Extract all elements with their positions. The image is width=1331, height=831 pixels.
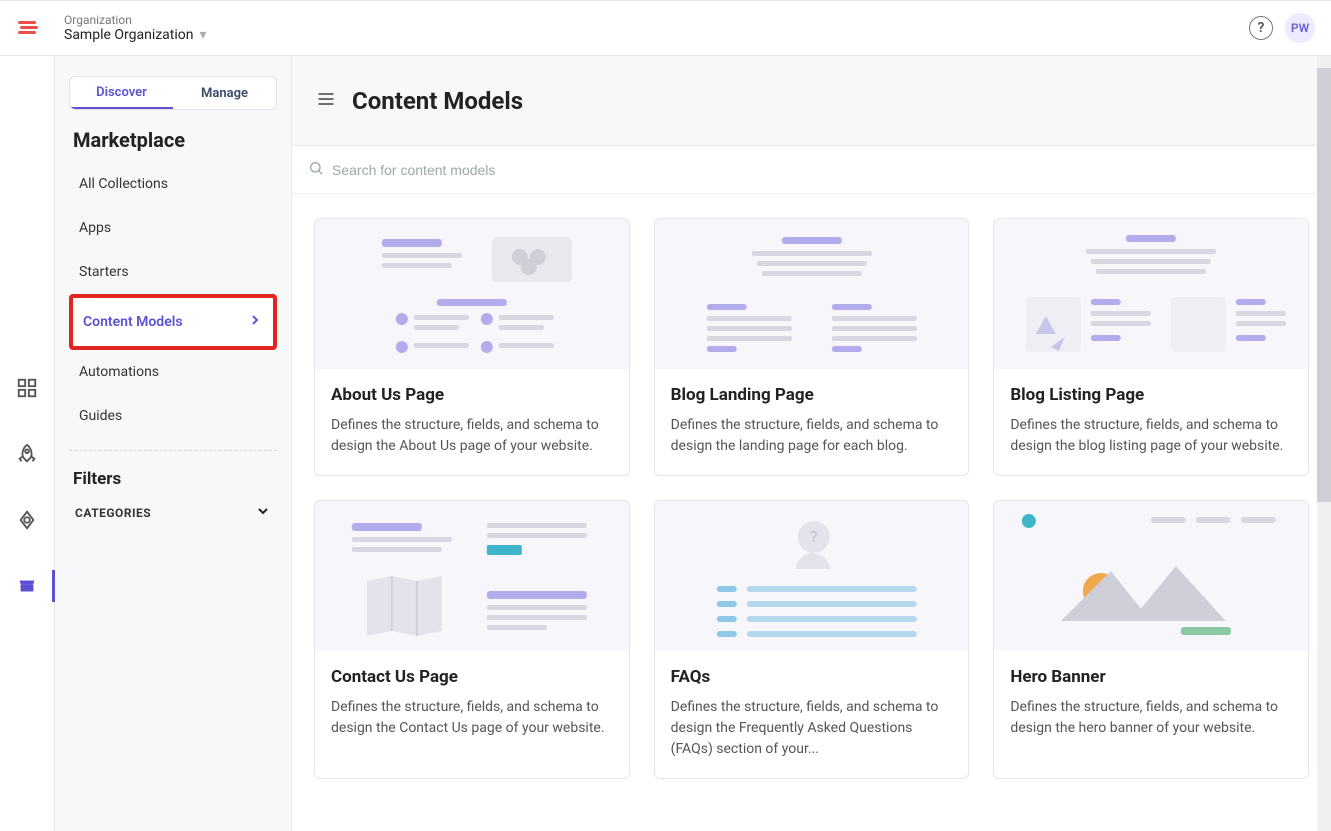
- help-icon[interactable]: ?: [1249, 16, 1273, 40]
- card-desc: Defines the structure, fields, and schem…: [1010, 697, 1292, 739]
- user-avatar[interactable]: PW: [1285, 13, 1315, 43]
- app-logo: [16, 16, 40, 40]
- filters-categories[interactable]: CATEGORIES: [69, 503, 277, 522]
- sidebar-item-label: Apps: [79, 220, 111, 236]
- sidebar-item-label: Starters: [79, 264, 129, 280]
- topbar: Organization Sample Organization ▾ ? PW: [0, 0, 1331, 56]
- page-title: Content Models: [352, 87, 523, 115]
- sidebar-item-apps[interactable]: Apps: [69, 206, 277, 250]
- tab-manage[interactable]: Manage: [173, 77, 276, 109]
- avatar-initials: PW: [1291, 21, 1309, 35]
- filters-heading: Filters: [73, 469, 277, 489]
- card-thumb: [994, 501, 1308, 651]
- card-thumb: [994, 219, 1308, 369]
- caret-down-icon: ▾: [200, 27, 207, 43]
- sidebar-tabs: Discover Manage: [69, 76, 277, 110]
- card-thumb: [315, 501, 629, 651]
- card-desc: Defines the structure, fields, and schem…: [331, 415, 613, 457]
- org-name-text: Sample Organization: [64, 27, 194, 43]
- main-header: Content Models: [292, 56, 1331, 146]
- card-contact-us[interactable]: Contact Us Page Defines the structure, f…: [314, 500, 630, 779]
- sidebar-item-automations[interactable]: Automations: [69, 350, 277, 394]
- card-desc: Defines the structure, fields, and schem…: [1010, 415, 1292, 457]
- card-grid: About Us Page Defines the structure, fie…: [292, 194, 1331, 831]
- rocket-icon[interactable]: [15, 442, 39, 466]
- marketplace-icon[interactable]: [15, 574, 39, 598]
- org-selector[interactable]: Organization Sample Organization ▾: [64, 13, 207, 43]
- tab-discover[interactable]: Discover: [70, 77, 173, 109]
- sidebar-item-starters[interactable]: Starters: [69, 250, 277, 294]
- card-title: About Us Page: [331, 385, 613, 405]
- sidebar-item-all-collections[interactable]: All Collections: [69, 162, 277, 206]
- card-about-us[interactable]: About Us Page Defines the structure, fie…: [314, 218, 630, 476]
- card-title: FAQs: [671, 667, 953, 687]
- menu-icon[interactable]: [316, 89, 336, 113]
- search-input[interactable]: [332, 162, 1315, 178]
- chevron-right-icon: [247, 312, 263, 332]
- card-desc: Defines the structure, fields, and schem…: [331, 697, 613, 739]
- card-hero-banner[interactable]: Hero Banner Defines the structure, field…: [993, 500, 1309, 779]
- icon-rail: [0, 56, 55, 831]
- card-title: Blog Landing Page: [671, 385, 953, 405]
- card-thumb: [315, 219, 629, 369]
- card-blog-landing[interactable]: Blog Landing Page Defines the structure,…: [654, 218, 970, 476]
- sidebar-item-label: Guides: [79, 408, 122, 424]
- card-desc: Defines the structure, fields, and schem…: [671, 697, 953, 760]
- card-faqs[interactable]: ? FAQs Defines the structure, fiel: [654, 500, 970, 779]
- sidebar-item-content-models[interactable]: Content Models: [69, 294, 277, 350]
- sidebar-divider: [69, 450, 277, 451]
- card-title: Contact Us Page: [331, 667, 613, 687]
- sidebar-item-guides[interactable]: Guides: [69, 394, 277, 438]
- card-thumb: ?: [655, 501, 969, 651]
- models-icon[interactable]: [15, 508, 39, 532]
- sidebar-item-label: Automations: [79, 364, 159, 380]
- chevron-down-icon: [255, 503, 271, 522]
- card-desc: Defines the structure, fields, and schem…: [671, 415, 953, 457]
- card-blog-listing[interactable]: Blog Listing Page Defines the structure,…: [993, 218, 1309, 476]
- scrollbar[interactable]: [1317, 56, 1331, 831]
- search-icon: [308, 160, 324, 180]
- card-thumb: [655, 219, 969, 369]
- search-bar: [292, 146, 1331, 194]
- card-title: Blog Listing Page: [1010, 385, 1292, 405]
- filters-categories-label: CATEGORIES: [75, 506, 151, 520]
- sidebar-heading: Marketplace: [73, 128, 277, 152]
- sidebar-item-label: Content Models: [83, 314, 183, 330]
- svg-text:?: ?: [810, 527, 818, 546]
- card-title: Hero Banner: [1010, 667, 1292, 687]
- sidebar-item-label: All Collections: [79, 176, 168, 192]
- sidebar: Discover Manage Marketplace All Collecti…: [55, 56, 292, 831]
- dashboard-icon[interactable]: [15, 376, 39, 400]
- org-label: Organization: [64, 13, 207, 27]
- main: Content Models: [292, 56, 1331, 831]
- scrollbar-thumb[interactable]: [1317, 68, 1331, 502]
